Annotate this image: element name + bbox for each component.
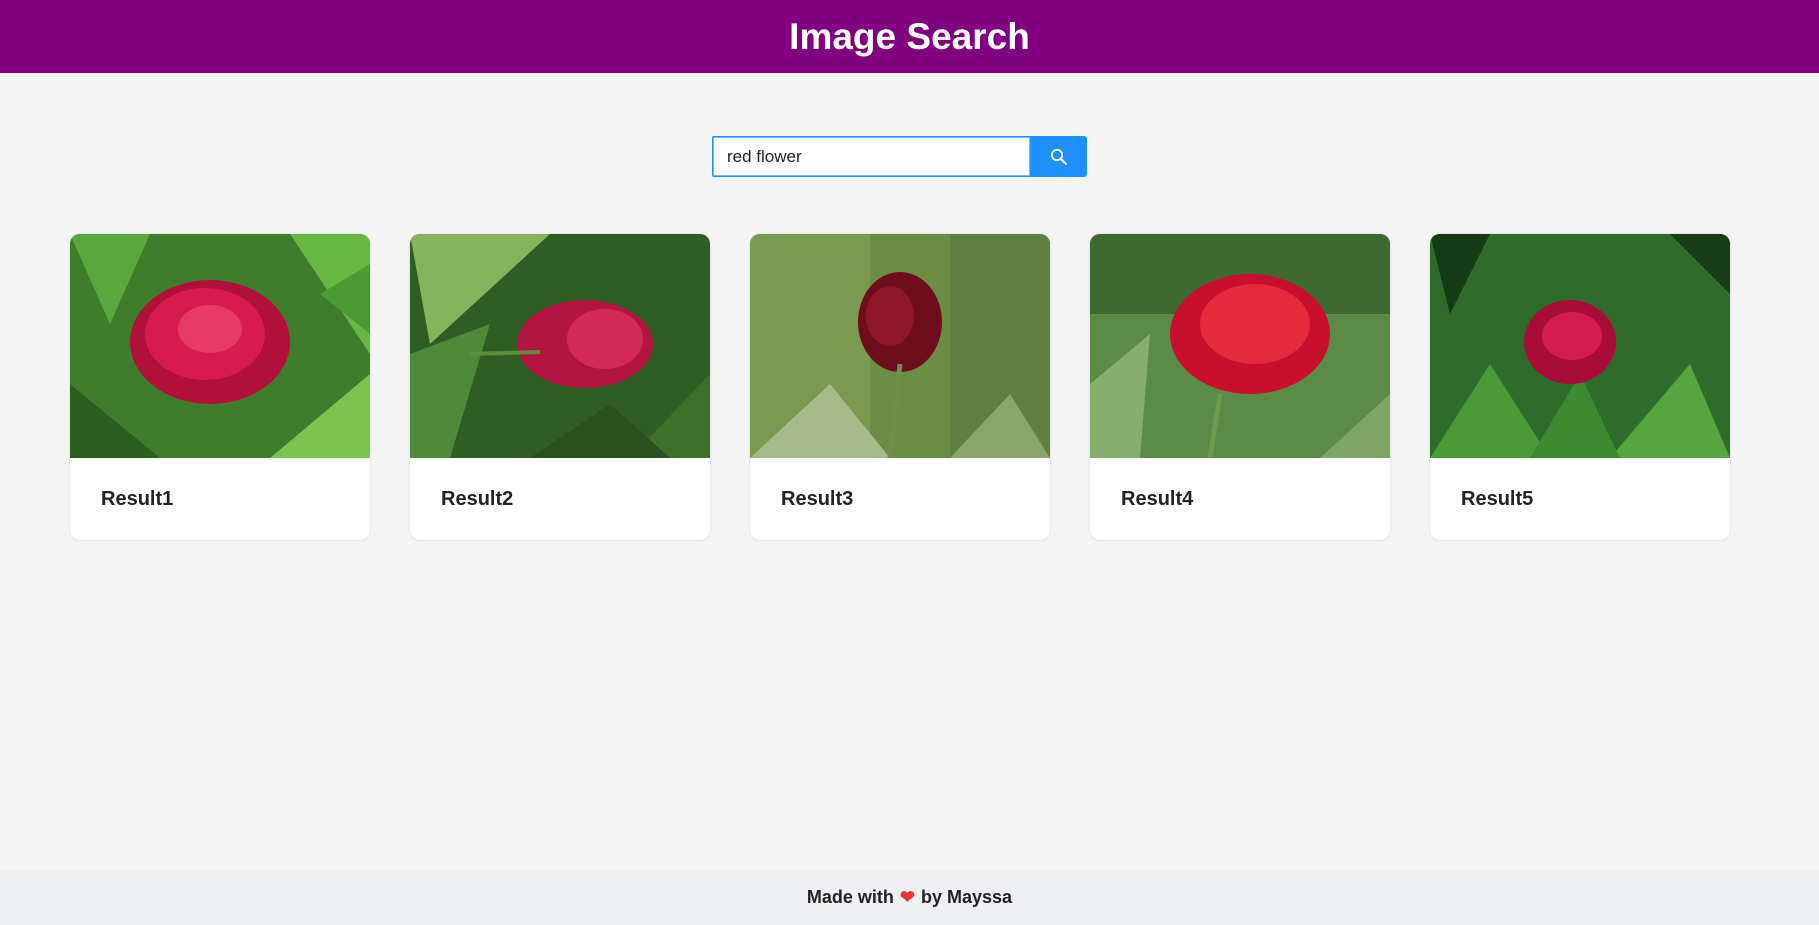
result-card[interactable]: Result4 <box>1090 234 1390 540</box>
result-title: Result1 <box>101 488 174 510</box>
heart-icon: ❤ <box>899 887 916 907</box>
result-card[interactable]: Result3 <box>750 234 1050 540</box>
result-card[interactable]: Result5 <box>1430 234 1730 540</box>
page-title: Image Search <box>789 15 1030 57</box>
result-image <box>70 234 370 458</box>
result-title: Result2 <box>441 488 514 510</box>
footer-prefix: Made with <box>806 887 894 907</box>
search-input[interactable] <box>712 136 1030 177</box>
result-title: Result4 <box>1121 488 1194 510</box>
result-card[interactable]: Result1 <box>70 234 370 540</box>
result-title: Result3 <box>781 488 854 510</box>
search-icon <box>1050 148 1067 165</box>
result-image <box>1090 234 1390 458</box>
result-image <box>750 234 1050 458</box>
results-grid: Result1 Result2 Result3 Result4 Result5 <box>70 234 1730 540</box>
footer-suffix: by Mayssa <box>921 887 1013 907</box>
search-bar <box>712 136 1087 177</box>
result-card[interactable]: Result2 <box>410 234 710 540</box>
page-header: Image Search <box>0 0 1819 73</box>
search-button[interactable] <box>1030 136 1087 177</box>
result-image <box>1430 234 1730 458</box>
result-title: Result5 <box>1461 488 1534 510</box>
result-image <box>410 234 710 458</box>
footer: Made with ❤ by Mayssa <box>0 870 1819 925</box>
